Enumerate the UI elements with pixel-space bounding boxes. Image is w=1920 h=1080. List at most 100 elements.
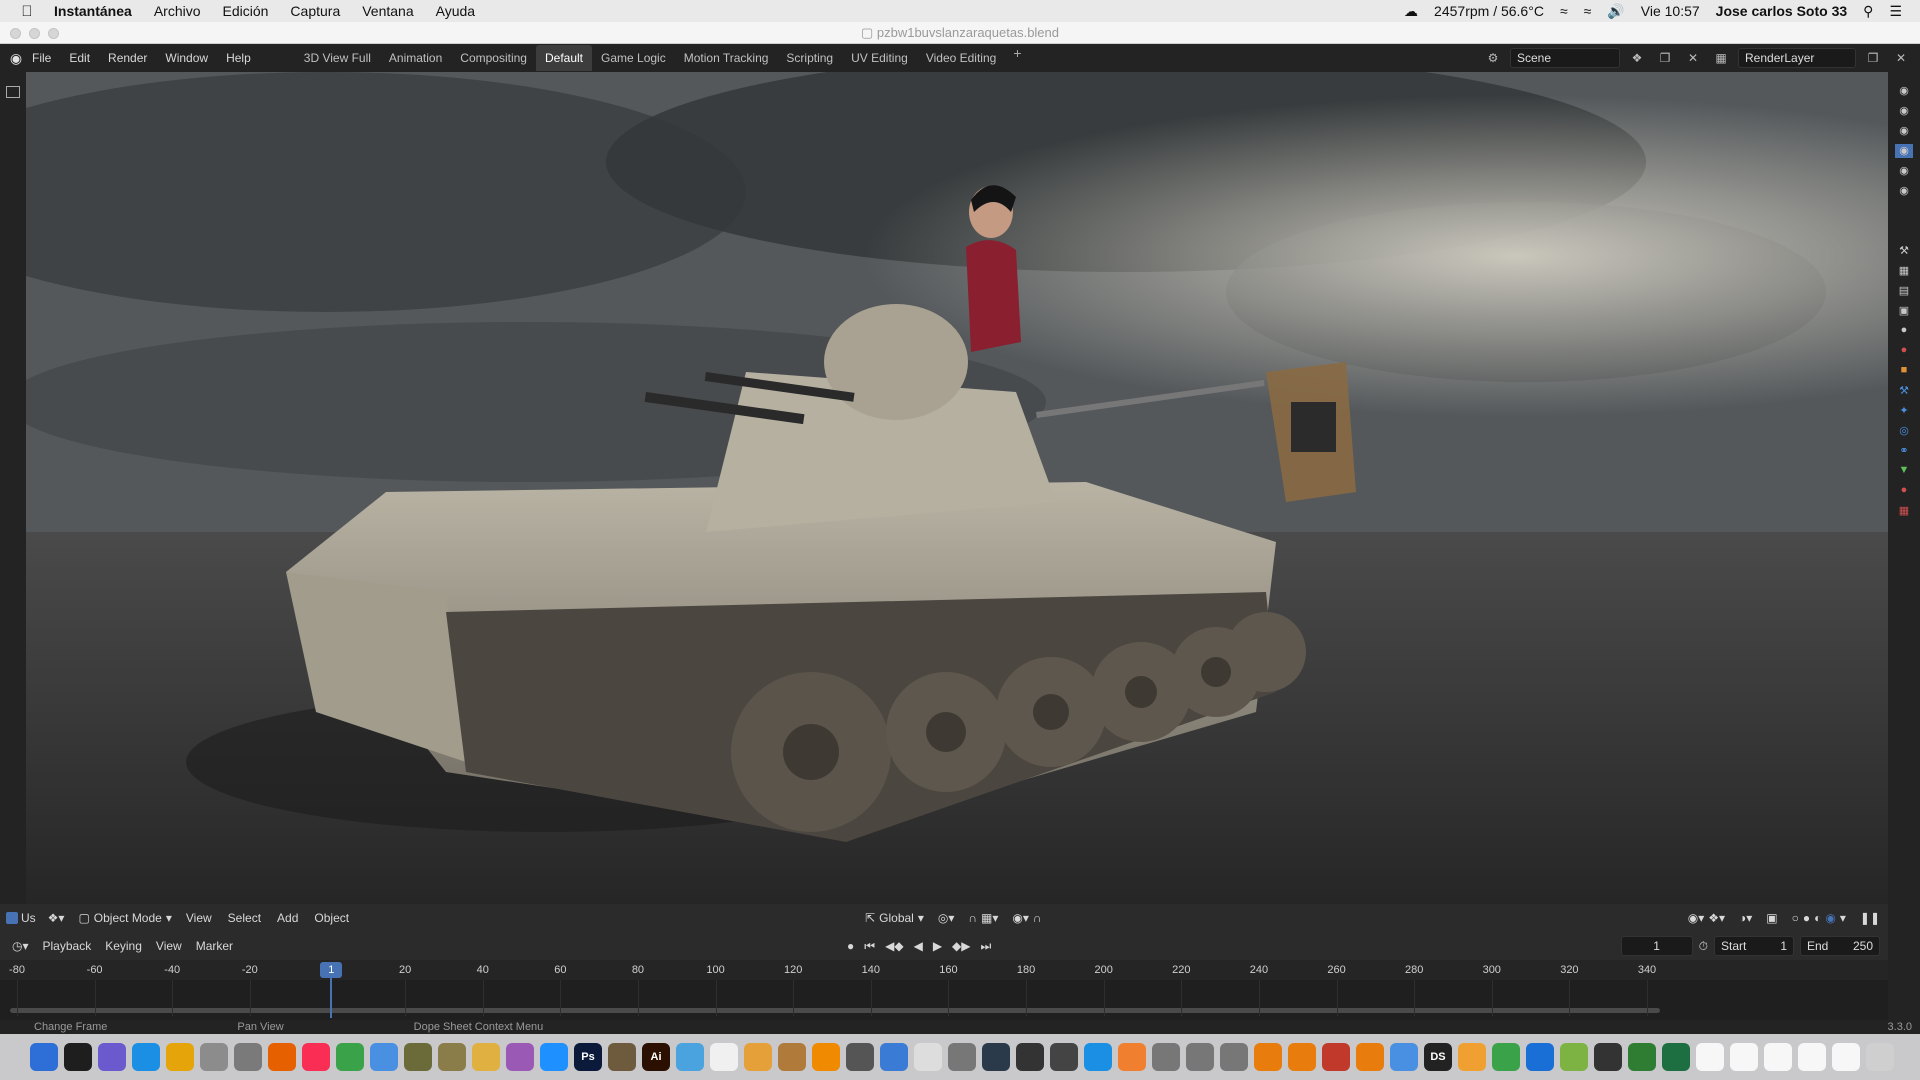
search-icon[interactable] [982,1043,1010,1071]
snap-target-icon[interactable]: ▦▾ [981,911,998,925]
bluetooth-icon[interactable] [1526,1043,1554,1071]
textedit-icon[interactable] [710,1043,738,1071]
falloff-icon[interactable]: ∩ [1033,911,1042,925]
wifi-icon[interactable]: ≈ [1584,3,1592,19]
output-properties-icon[interactable]: ▤ [1895,284,1913,298]
end-frame-field[interactable]: End 250 [1800,936,1880,956]
pivot-point-icon[interactable]: ◎▾ [938,911,955,925]
doc1-icon[interactable] [1696,1043,1724,1071]
mac-menu-captura[interactable]: Captura [290,3,340,19]
cloud-icon[interactable]: ☁ [1404,3,1418,20]
tank-icon[interactable] [404,1043,432,1071]
doc2-icon[interactable] [1730,1043,1758,1071]
render-properties-icon[interactable]: ▦ [1895,264,1913,278]
camera-view-icon[interactable]: ◉ [1895,84,1913,98]
app-name[interactable]: Instantánea [54,3,132,19]
user-icon[interactable] [880,1043,908,1071]
calendar-icon[interactable] [1050,1043,1078,1071]
timeline-menu-view[interactable]: View [156,939,182,953]
folder-icon[interactable] [744,1043,772,1071]
viewport-menu-object[interactable]: Object [314,911,349,925]
tab-compositing[interactable]: Compositing [451,45,536,71]
bluetooth-icon[interactable]: ≈ [1560,3,1568,19]
jump-end-icon[interactable]: ⏭ [981,939,992,954]
menu-edit[interactable]: Edit [69,51,90,65]
view-layer-icon[interactable]: ▣ [1895,304,1913,318]
globe-icon[interactable] [676,1043,704,1071]
safari-icon[interactable] [132,1043,160,1071]
notes-icon[interactable] [472,1043,500,1071]
tab-game-logic[interactable]: Game Logic [592,45,675,71]
playhead-line[interactable] [330,978,333,1018]
timeline-area[interactable]: -80 -60 -40 -20 1 20 40 60 80 100 120 140 160 180 200 2… [0,960,1888,1020]
rendered-shading-icon[interactable]: ◉ [1825,911,1835,925]
particles-icon[interactable]: ✦ [1895,404,1913,418]
sketch-icon[interactable] [1458,1043,1486,1071]
apple-icon[interactable]:  [0,3,54,20]
menu-help[interactable]: Help [226,51,251,65]
shading-options-icon[interactable]: ▾ [1840,911,1846,925]
viewport-menu-view[interactable]: View [186,911,212,925]
music-icon[interactable] [302,1043,330,1071]
timeline-menu-marker[interactable]: Marker [196,939,233,953]
figure2-icon[interactable] [1186,1043,1214,1071]
proportional-edit-icon[interactable]: ◉▾ [1012,911,1029,925]
overlays-icon[interactable]: ◑▾ [1739,911,1752,925]
books-icon[interactable] [1118,1043,1146,1071]
mac-menu-ventana[interactable]: Ventana [362,3,413,19]
modifier-properties-icon[interactable]: ⚒ [1895,384,1913,398]
data-properties-icon[interactable]: ▼ [1895,464,1913,478]
sysprefs-icon[interactable] [846,1043,874,1071]
rocket-icon[interactable] [234,1043,262,1071]
chess-icon[interactable] [1628,1043,1656,1071]
pause-icon[interactable]: ❚❚ [1860,911,1880,925]
timeline-editor-icon[interactable]: ◷▾ [12,939,29,953]
pin-scene-icon[interactable]: ❖ [1626,48,1648,68]
blender2-icon[interactable] [1288,1043,1316,1071]
doc3-icon[interactable] [1764,1043,1792,1071]
wireframe-shading-icon[interactable]: ○ [1792,911,1799,925]
gear-icon[interactable] [540,1043,568,1071]
play-reverse-icon[interactable]: ◀ [914,939,923,953]
tank2-icon[interactable] [438,1043,466,1071]
daz-icon[interactable]: DS [1424,1043,1452,1071]
affinity-icon[interactable] [506,1043,534,1071]
material-shading-icon[interactable]: ◐ [1814,911,1821,925]
camera-view-icon-6[interactable]: ◉ [1895,184,1913,198]
prev-keyframe-icon[interactable]: ◀◆ [885,939,903,953]
jump-start-icon[interactable]: ⏮ [864,939,875,954]
camera-view-icon-2[interactable]: ◉ [1895,104,1913,118]
firefox-icon[interactable] [268,1043,296,1071]
volume-icon[interactable]: 🔊 [1607,3,1624,20]
scene-properties-icon[interactable]: ● [1895,324,1913,338]
physics-icon[interactable]: ◎ [1895,424,1913,438]
camera-view-icon-active[interactable]: ◉ [1895,144,1913,158]
close-window-button[interactable] [10,28,21,39]
delete-layer-icon[interactable]: ✕ [1890,48,1912,68]
use-checkbox[interactable] [6,912,18,924]
transform-orientation-select[interactable]: ⇱ Global ▾ [865,911,924,925]
tab-uv-editing[interactable]: UV Editing [842,45,917,71]
mac-menu-ayuda[interactable]: Ayuda [436,3,475,19]
image-icon[interactable] [914,1043,942,1071]
illustrator-icon[interactable]: Ai [642,1043,670,1071]
s-icon[interactable] [1322,1043,1350,1071]
map-icon[interactable] [948,1043,976,1071]
camera-icon[interactable] [1594,1043,1622,1071]
spotlight-icon[interactable]: ⚲ [1863,3,1873,20]
gizmo-icon[interactable]: ❖▾ [1708,911,1725,925]
clock[interactable]: Vie 10:57 [1641,3,1700,19]
viewport-menu-select[interactable]: Select [228,911,261,925]
tool-properties-icon[interactable]: ⚒ [1895,244,1913,258]
constraints-icon[interactable]: ⚭ [1895,444,1913,458]
tab-3d-view-full[interactable]: 3D View Full [295,45,380,71]
finder-icon[interactable] [30,1043,58,1071]
timeline-scrollbar[interactable] [10,1008,1660,1013]
mac-menu-edicion[interactable]: Edición [223,3,269,19]
trash-icon[interactable] [1866,1043,1894,1071]
camera-view-icon-3[interactable]: ◉ [1895,124,1913,138]
files-icon[interactable] [1390,1043,1418,1071]
notification-center-icon[interactable]: ☰ [1889,3,1902,20]
viewport-menu-add[interactable]: Add [277,911,298,925]
android-icon[interactable] [1560,1043,1588,1071]
